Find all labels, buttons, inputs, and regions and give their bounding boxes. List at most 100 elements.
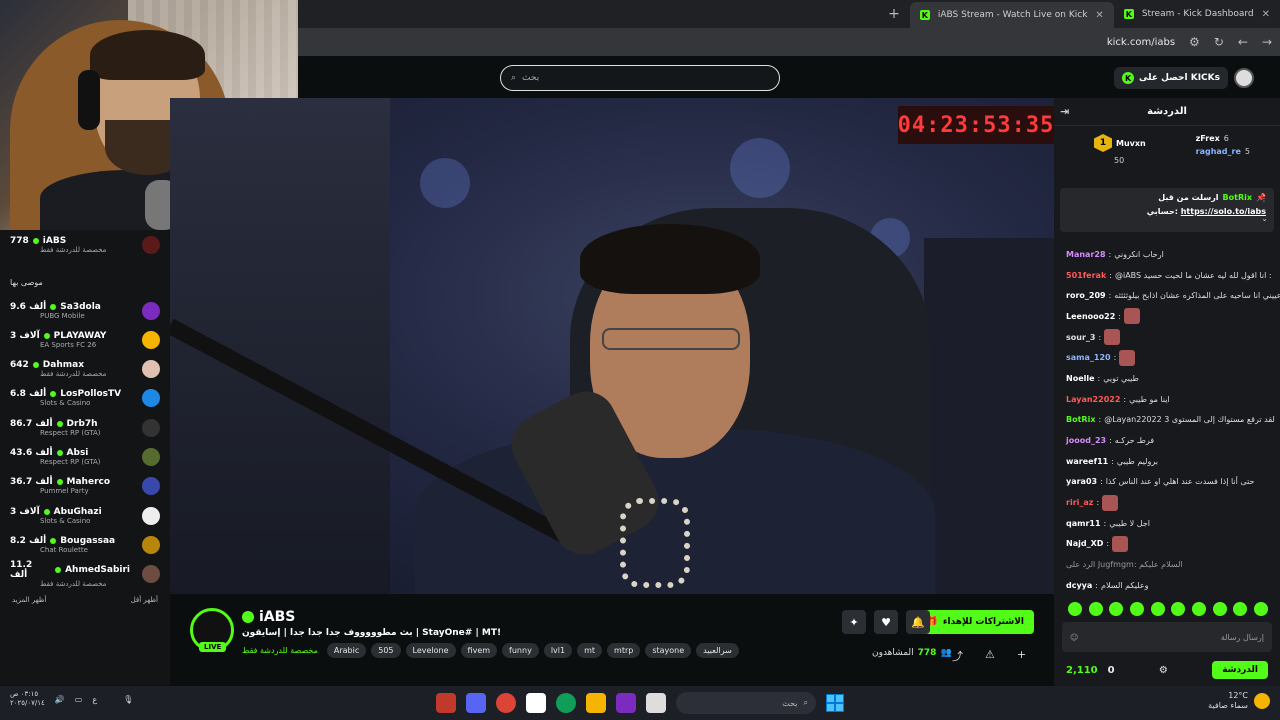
- windows-start-icon[interactable]: [826, 694, 844, 712]
- forward-icon[interactable]: ←: [1238, 35, 1248, 49]
- chat-message[interactable]: Layan22022: اينا مو طيبي: [1054, 389, 1280, 410]
- gift-subs-button[interactable]: 🎁 الاشتراكات للإهداء: [916, 610, 1034, 634]
- chat-username[interactable]: yara03: [1066, 477, 1097, 486]
- emote-icon[interactable]: [1253, 602, 1268, 616]
- chat-message[interactable]: dcyya: وعليكم السلام: [1054, 575, 1280, 592]
- stream-tag[interactable]: funny: [502, 643, 539, 658]
- chat-message[interactable]: الرد على Jugfmgm: السلام عليكم: [1054, 554, 1280, 575]
- stream-tag[interactable]: Levelone: [405, 643, 456, 658]
- chat-message[interactable]: riri_az:: [1054, 492, 1280, 513]
- chat-message[interactable]: yara03: حتى أنا إذا فسدت عند اهلي او عند …: [1054, 472, 1280, 493]
- stream-tag[interactable]: fivem: [460, 643, 498, 658]
- chat-message[interactable]: BotRix: @Layan22022 لقد ترقع مستواك إلى ا…: [1054, 410, 1280, 431]
- stream-tag[interactable]: lvl1: [543, 643, 573, 658]
- sidebar-channel[interactable]: 3 آلاف AbuGhazi Slots & Casino: [0, 501, 170, 530]
- chat-input[interactable]: ☺ إرسال رسالة: [1062, 622, 1272, 652]
- stream-tag[interactable]: 505: [371, 643, 401, 658]
- chat-username[interactable]: 501ferak: [1066, 271, 1106, 280]
- clock[interactable]: ٠٣:١٥ ص ٢٠٢٥/٠٧/١٤: [10, 690, 45, 708]
- chat-username[interactable]: sour_3: [1066, 333, 1095, 342]
- sidebar-channel[interactable]: 36.7 ألف Maherco Pummel Party: [0, 472, 170, 501]
- language-indicator[interactable]: ع: [92, 695, 97, 704]
- emoji-icon[interactable]: ☺: [1070, 633, 1078, 642]
- chrome-app-icon[interactable]: [496, 693, 516, 713]
- network-icon[interactable]: ▭: [75, 695, 83, 704]
- chat-message[interactable]: Manar28: ارحاب انكروني: [1054, 244, 1280, 265]
- chat-message[interactable]: sama_120:: [1054, 347, 1280, 368]
- reload-icon[interactable]: ↻: [1214, 35, 1224, 49]
- video-player[interactable]: 04:23:53:35: [170, 98, 1054, 594]
- microphone-icon[interactable]: 🎙: [123, 695, 133, 704]
- my-channel-row[interactable]: 778 iABS مخصصة للدردشة فقط: [0, 230, 170, 259]
- search-input[interactable]: ⌕ بحث: [500, 65, 780, 91]
- follow-heart-button[interactable]: ♥: [874, 610, 898, 634]
- volume-icon[interactable]: 🔊: [55, 695, 65, 704]
- show-more-link[interactable]: أظهر المزيد: [12, 596, 46, 604]
- more-options-icon[interactable]: ⋮: [1260, 194, 1268, 203]
- sidebar-channel[interactable]: 11.2 ألف AhmedSabiri مخصصة للدردشة فقط: [0, 560, 170, 589]
- emote-icon[interactable]: [1233, 602, 1248, 616]
- back-icon[interactable]: →: [1262, 35, 1272, 49]
- collapse-chat-icon[interactable]: ⇥: [1060, 105, 1069, 118]
- chat-message[interactable]: roro_209: ادعييني انا ساحيه على المذاكره …: [1054, 285, 1280, 306]
- emote-icon[interactable]: [1068, 602, 1082, 616]
- weather-widget[interactable]: 12°C سماء صافية: [1208, 691, 1270, 712]
- add-user-icon[interactable]: +: [1017, 648, 1026, 664]
- obs-app-icon[interactable]: [436, 693, 456, 713]
- chat-username[interactable]: Leenooo22: [1066, 312, 1115, 321]
- stream-tag[interactable]: mt: [577, 643, 603, 658]
- settings-icon[interactable]: ⚙: [1159, 665, 1168, 676]
- send-chat-button[interactable]: الدردشة: [1212, 661, 1268, 679]
- folder-app-icon[interactable]: [586, 693, 606, 713]
- chat-message[interactable]: Najd_XD:: [1054, 534, 1280, 555]
- chat-username[interactable]: BotRix: [1066, 415, 1095, 424]
- streamer-name[interactable]: iABS: [259, 609, 295, 625]
- site-settings-icon[interactable]: ⚙: [1189, 35, 1200, 49]
- close-tab-icon[interactable]: ✕: [1095, 10, 1103, 21]
- copilot-app-icon[interactable]: [616, 693, 636, 713]
- chat-username[interactable]: roro_209: [1066, 291, 1106, 300]
- chat-username[interactable]: joood_23: [1066, 436, 1106, 445]
- sparkle-icon[interactable]: ✦: [842, 610, 866, 634]
- emote-icon[interactable]: [1212, 602, 1227, 616]
- share-icon[interactable]: ⤴: [952, 648, 963, 664]
- sidebar-channel[interactable]: 9.6 ألف Sa3dola PUBG Mobile: [0, 296, 170, 325]
- chat-message[interactable]: 501ferak: @iABS انا اقول لله ليه عشان ما …: [1054, 265, 1280, 286]
- sidebar-channel[interactable]: 642 Dahmax مخصصة للدردشة فقط: [0, 355, 170, 384]
- emote-icon[interactable]: [1088, 602, 1103, 616]
- emote-icon[interactable]: [1129, 602, 1144, 616]
- emote-icon[interactable]: [1171, 602, 1186, 616]
- chat-username[interactable]: sama_120: [1066, 353, 1111, 362]
- taskbar-search[interactable]: بحث ⌕: [676, 692, 816, 714]
- sidebar-channel[interactable]: 6.8 ألف LosPollosTV Slots & Casino: [0, 384, 170, 413]
- sidebar-channel[interactable]: 86.7 ألف Drb7h Respect RP (GTA): [0, 413, 170, 442]
- chat-message[interactable]: qamr11: اجل لا طيبي: [1054, 513, 1280, 534]
- chat-message[interactable]: joood_23: فرطـ حركـه: [1054, 430, 1280, 451]
- stream-category-link[interactable]: مخصصة للدردشة فقط: [242, 646, 318, 655]
- browser-tab-active[interactable]: K iABS Stream - Watch Live on Kick ✕: [909, 2, 1114, 28]
- app-icon[interactable]: [646, 693, 666, 713]
- chat-username[interactable]: Layan22022: [1066, 395, 1120, 404]
- chat-username[interactable]: Najd_XD: [1066, 539, 1103, 548]
- new-tab-icon[interactable]: +: [878, 6, 910, 22]
- emote-icon[interactable]: [1150, 602, 1165, 616]
- get-kicks-button[interactable]: K احصل على KICKs: [1114, 67, 1228, 89]
- chat-message[interactable]: Noelle: طيبي تويي: [1054, 368, 1280, 389]
- channel-points[interactable]: 2,110: [1066, 665, 1098, 676]
- store-app-icon[interactable]: [526, 693, 546, 713]
- emote-icon[interactable]: [1191, 602, 1206, 616]
- sidebar-channel[interactable]: 3 آلاف PLAYAWAY EA Sports FC 26: [0, 325, 170, 354]
- chat-username[interactable]: qamr11: [1066, 519, 1101, 528]
- stream-tag[interactable]: mtrp: [607, 643, 641, 658]
- chat-username[interactable]: riri_az: [1066, 498, 1093, 507]
- sidebar-channel[interactable]: 8.2 ألف Bougassaa Chat Roulette: [0, 530, 170, 559]
- chevron-down-icon[interactable]: ⌄: [1261, 214, 1268, 223]
- bell-icon[interactable]: 🔔: [906, 610, 930, 634]
- discord-app-icon[interactable]: [466, 693, 486, 713]
- report-icon[interactable]: ⚠: [985, 648, 995, 664]
- stream-tag[interactable]: Arabic: [326, 643, 367, 658]
- browser-tab[interactable]: K Stream - Kick Dashboard ✕: [1114, 1, 1280, 27]
- show-less-link[interactable]: أظهر أقل: [131, 596, 158, 604]
- sidebar-channel[interactable]: 43.6 ألف Absi Respect RP (GTA): [0, 443, 170, 472]
- emote-icon[interactable]: [1109, 602, 1124, 616]
